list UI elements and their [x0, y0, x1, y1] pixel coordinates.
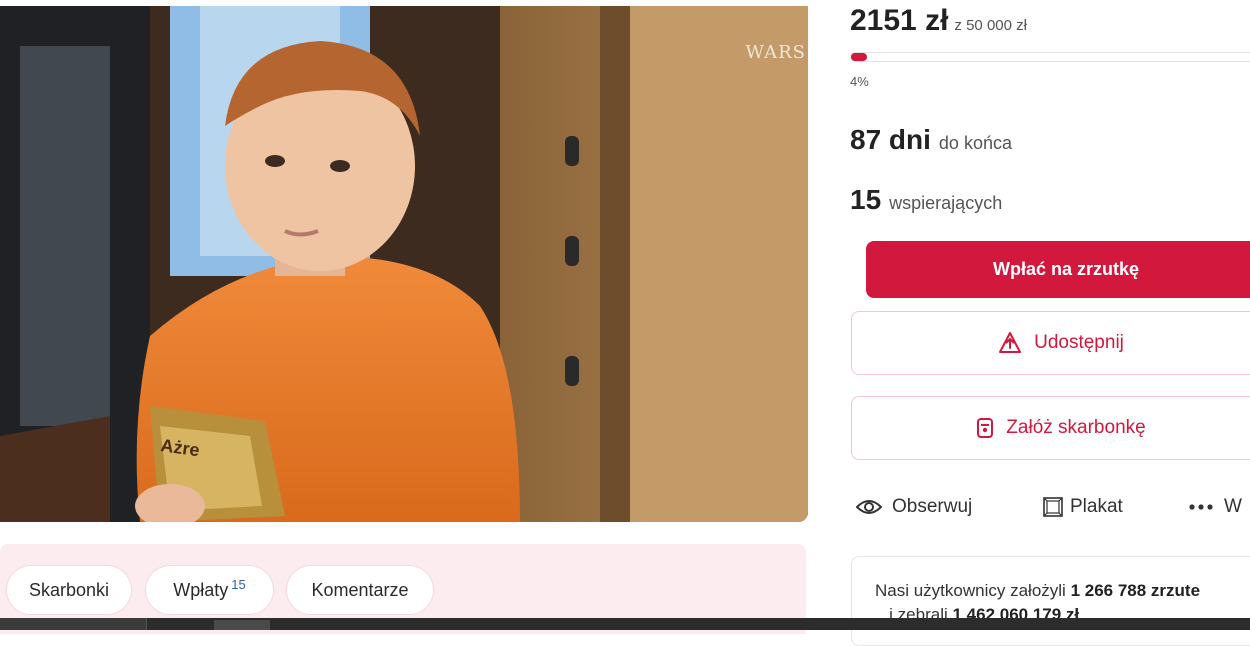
tv-watermark: WARS	[745, 42, 806, 63]
more-label: W	[1224, 496, 1242, 517]
taskbar	[0, 618, 1250, 630]
poster-button[interactable]: Plakat	[1042, 492, 1123, 522]
tab-label: Komentarze	[311, 579, 409, 600]
supporters-value: 15	[850, 184, 882, 215]
progress-percent: 4%	[850, 74, 869, 89]
supporters-label: wspierających	[889, 193, 1003, 213]
progress-bar	[850, 52, 1250, 62]
stats-line-1: Nasi użytkownicy założyli 1 266 788 zrzu…	[875, 581, 1250, 601]
stats-info-box: Nasi użytkownicy założyli 1 266 788 zrzu…	[851, 556, 1250, 646]
share-icon	[998, 331, 1022, 355]
days-left-value: 87 dni	[850, 124, 931, 155]
piggybank-button-label: Załóż skarbonkę	[1006, 417, 1146, 438]
days-left: 87 dni do końca	[850, 124, 1012, 156]
poster-icon	[1042, 496, 1064, 518]
tab-count-badge: 15	[231, 576, 246, 592]
tab-label: Skarbonki	[28, 579, 110, 600]
taskbar-app-button[interactable]	[214, 620, 270, 630]
share-button[interactable]: Udostępnij	[851, 311, 1250, 375]
tab-komentarze[interactable]: Komentarze	[286, 565, 434, 615]
watch-button[interactable]: Obserwuj	[856, 492, 972, 522]
watch-label: Obserwuj	[892, 496, 973, 517]
raised-value: 2151 zł	[850, 4, 949, 37]
tab-skarbonki[interactable]: Skarbonki	[6, 565, 132, 615]
raised-amount: 2151 zł z 50 000 zł	[850, 4, 1027, 38]
eye-icon	[856, 498, 882, 516]
progress-fill	[851, 53, 867, 61]
stats-count: 1 266 788 zrzute	[1070, 581, 1201, 600]
tab-label: Wpłaty	[173, 579, 229, 600]
supporters: 15 wspierających	[850, 184, 1002, 216]
tab-wplaty[interactable]: Wpłaty 15	[145, 565, 274, 615]
days-left-label: do końca	[938, 133, 1012, 153]
donate-button[interactable]: Wpłać na zrzutkę	[866, 241, 1250, 298]
photo-illustration: Ażre	[0, 6, 808, 522]
more-button[interactable]: W	[1188, 492, 1242, 522]
piggybank-button[interactable]: Załóż skarbonkę	[851, 396, 1250, 460]
piggybank-icon	[976, 417, 994, 439]
more-dots-icon	[1188, 503, 1214, 511]
share-button-label: Udostępnij	[1034, 332, 1124, 353]
poster-label: Plakat	[1070, 496, 1123, 517]
taskbar-start-area[interactable]	[0, 618, 147, 630]
stats-prefix: Nasi użytkownicy założyli	[875, 581, 1071, 600]
donate-button-label: Wpłać na zrzutkę	[992, 259, 1140, 279]
campaign-photo[interactable]: Ażre WARS	[0, 6, 808, 522]
goal-value: z 50 000 zł	[954, 17, 1027, 34]
